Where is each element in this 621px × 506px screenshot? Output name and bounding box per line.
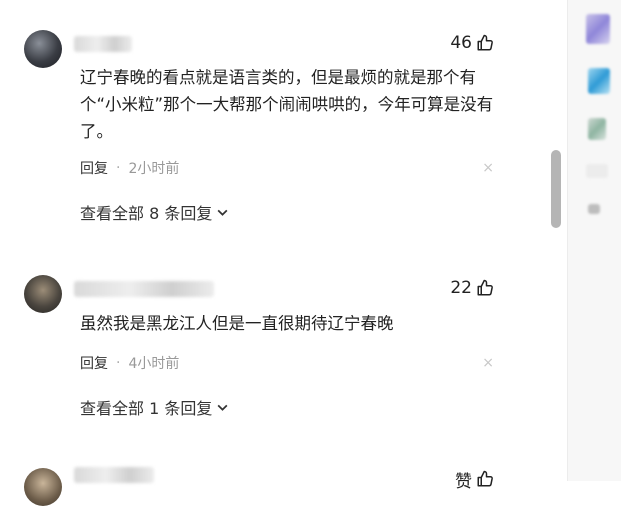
thumbs-up-icon: [477, 34, 493, 51]
right-sidebar: [567, 0, 621, 481]
scrollbar-track[interactable]: [548, 0, 566, 481]
like-count: 46: [450, 33, 472, 53]
sidebar-thumbnail[interactable]: [586, 164, 608, 178]
like-button[interactable]: 赞: [455, 468, 494, 492]
comment-meta: 回复 · 2小时前: [80, 158, 179, 178]
username-blurred[interactable]: [74, 281, 214, 297]
avatar[interactable]: [24, 468, 62, 506]
sidebar-thumbnail[interactable]: [588, 68, 610, 94]
comment-meta: 回复 · 4小时前: [80, 353, 179, 373]
username-blurred[interactable]: [74, 36, 132, 52]
sidebar-thumbnail[interactable]: [588, 204, 600, 214]
comment-text: 辽宁春晚的看点就是语言类的，但是最烦的就是那个有个“小米粒”那个一大帮那个闹闹哄…: [80, 68, 494, 141]
thumbs-up-icon: [477, 279, 493, 296]
view-all-replies-label: 查看全部 8 条回复: [80, 204, 213, 223]
avatar[interactable]: [24, 275, 62, 313]
comment-text: 虽然我是黑龙江人但是一直很期待辽宁春晚: [80, 314, 394, 333]
view-all-replies-button[interactable]: 查看全部 8 条回复: [80, 200, 229, 224]
scrollbar-thumb[interactable]: [551, 150, 561, 228]
chevron-down-icon: [217, 404, 228, 411]
sidebar-thumbnail[interactable]: [588, 118, 606, 140]
like-count: 赞: [455, 471, 472, 492]
close-icon[interactable]: ×: [482, 160, 494, 176]
comment-list: 46 辽宁春晚的看点就是语言类的，但是最烦的就是那个有个“小米粒”那个一大帮那个…: [0, 0, 548, 506]
view-all-replies-button[interactable]: 查看全部 1 条回复: [80, 395, 229, 419]
close-icon[interactable]: ×: [482, 355, 494, 371]
sidebar-thumbnail[interactable]: [586, 14, 610, 44]
like-button[interactable]: 22: [450, 277, 494, 299]
reply-button[interactable]: 回复: [80, 158, 108, 178]
avatar[interactable]: [24, 30, 62, 68]
reply-button[interactable]: 回复: [80, 353, 108, 373]
separator-dot: ·: [116, 355, 121, 371]
comment-time: 2小时前: [128, 161, 180, 177]
like-count: 22: [450, 278, 472, 298]
thumbs-up-icon: [477, 470, 493, 487]
like-button[interactable]: 46: [450, 32, 494, 54]
separator-dot: ·: [116, 160, 121, 176]
view-all-replies-label: 查看全部 1 条回复: [80, 399, 213, 418]
chevron-down-icon: [217, 209, 228, 216]
comment-time: 4小时前: [128, 356, 180, 372]
